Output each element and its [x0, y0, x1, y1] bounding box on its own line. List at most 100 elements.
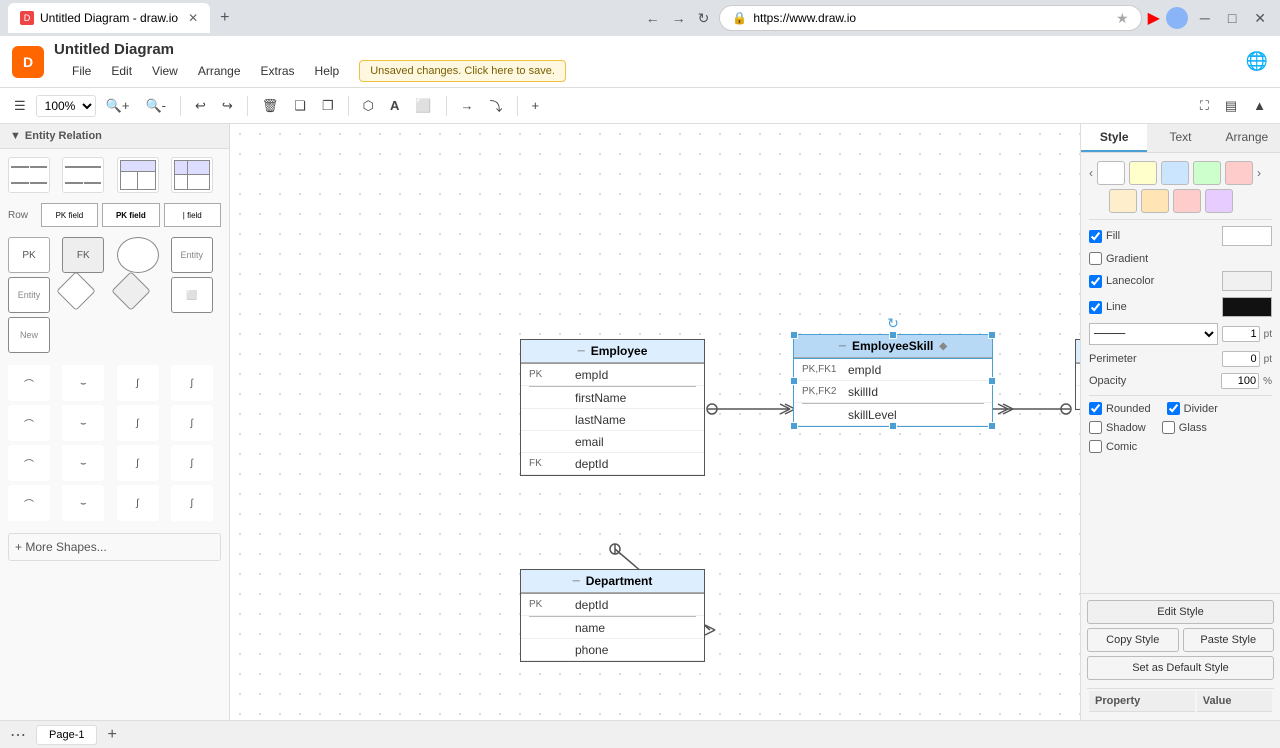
- paste-button[interactable]: ❐: [316, 94, 340, 118]
- menu-view[interactable]: View: [144, 60, 186, 82]
- rounded-checkbox[interactable]: [1089, 402, 1102, 415]
- curve-shape[interactable]: ⌒: [8, 485, 50, 521]
- minimize-button[interactable]: ─: [1194, 8, 1216, 28]
- zoom-in-button[interactable]: 🔍+: [100, 94, 136, 118]
- curve-shape[interactable]: ⌒: [8, 445, 50, 481]
- add-page-button[interactable]: +: [107, 726, 116, 744]
- shape-item[interactable]: [111, 271, 151, 311]
- zoom-out-button[interactable]: 🔍-: [139, 94, 172, 118]
- shadow-checkbox[interactable]: [1089, 421, 1102, 434]
- row-shape[interactable]: PK field: [102, 203, 159, 227]
- er-table-skill[interactable]: ─ Skill PK skillId skillDescription: [1075, 339, 1080, 410]
- canvas-area[interactable]: ─ Employee PK empId firstName lastName e…: [230, 124, 1080, 720]
- text-button[interactable]: A: [384, 94, 405, 117]
- color-swatch-salmon[interactable]: [1173, 189, 1201, 213]
- connector-button[interactable]: →: [455, 94, 480, 117]
- color-swatch-white[interactable]: [1097, 161, 1125, 185]
- gradient-checkbox[interactable]: [1089, 252, 1102, 265]
- browser-tab[interactable]: D Untitled Diagram - draw.io ✕: [8, 3, 210, 33]
- er-table-employee[interactable]: ─ Employee PK empId firstName lastName e…: [520, 339, 705, 476]
- menu-extras[interactable]: Extras: [253, 60, 303, 82]
- color-swatch-green[interactable]: [1193, 161, 1221, 185]
- shape-item[interactable]: PK: [8, 237, 50, 273]
- curve-shape[interactable]: ⌣: [62, 405, 104, 441]
- comic-checkbox[interactable]: [1089, 440, 1102, 453]
- format-panel-button[interactable]: ▤: [1219, 94, 1243, 118]
- shape-item[interactable]: [8, 157, 50, 193]
- line-checkbox[interactable]: [1089, 301, 1102, 314]
- menu-arrange[interactable]: Arrange: [190, 60, 249, 82]
- tab-text[interactable]: Text: [1147, 124, 1213, 152]
- color-swatch-blue[interactable]: [1161, 161, 1189, 185]
- line-color-box[interactable]: [1222, 297, 1272, 317]
- er-table-employeeskill[interactable]: ↻ ─ EmployeeSkill ◆ PK,FK1 empId PK,FK2 …: [793, 334, 993, 427]
- shape-item[interactable]: FK: [62, 237, 104, 273]
- lanecolor-checkbox[interactable]: [1089, 275, 1102, 288]
- tab-arrange[interactable]: Arrange: [1214, 124, 1280, 152]
- color-swatch-lavender[interactable]: [1205, 189, 1233, 213]
- collapse-button[interactable]: ▲: [1247, 94, 1272, 117]
- row-shape[interactable]: PK field: [41, 203, 98, 227]
- tab-close-button[interactable]: ✕: [188, 11, 198, 25]
- fill-checkbox[interactable]: [1089, 230, 1102, 243]
- color-swatch-orange[interactable]: [1109, 189, 1137, 213]
- forward-button[interactable]: →: [668, 8, 690, 28]
- curve-shape[interactable]: ⌣: [62, 485, 104, 521]
- curve-shape[interactable]: ∫: [171, 405, 213, 441]
- shape-item[interactable]: ⬜: [171, 277, 213, 313]
- redo-button[interactable]: ↪: [216, 94, 239, 118]
- color-swatch-yellow[interactable]: [1129, 161, 1157, 185]
- curve-shape[interactable]: ∫: [117, 405, 159, 441]
- shape-item[interactable]: [117, 157, 159, 193]
- copy-button[interactable]: ❏: [288, 94, 312, 118]
- curve-shape[interactable]: ⌒: [8, 405, 50, 441]
- insert-button[interactable]: +: [526, 94, 546, 117]
- glass-checkbox[interactable]: [1162, 421, 1175, 434]
- menu-help[interactable]: Help: [307, 60, 348, 82]
- paste-style-button[interactable]: Paste Style: [1183, 628, 1275, 652]
- reload-button[interactable]: ↻: [694, 8, 714, 29]
- divider-checkbox[interactable]: [1167, 402, 1180, 415]
- opacity-input[interactable]: [1221, 373, 1259, 389]
- curve-shape[interactable]: ⌣: [62, 445, 104, 481]
- set-default-style-button[interactable]: Set as Default Style: [1087, 656, 1274, 680]
- undo-button[interactable]: ↩: [189, 94, 212, 118]
- delete-button[interactable]: 🗑: [256, 94, 285, 118]
- curve-shape[interactable]: ⌣: [62, 365, 104, 401]
- waypoint-button[interactable]: ⤵: [484, 92, 509, 119]
- lanecolor-box[interactable]: [1222, 271, 1272, 291]
- color-prev-button[interactable]: ‹: [1089, 166, 1093, 180]
- shape-item[interactable]: Entity: [8, 277, 50, 313]
- unsaved-changes-button[interactable]: Unsaved changes. Click here to save.: [359, 60, 566, 82]
- shape-item[interactable]: [56, 271, 96, 311]
- curve-shape[interactable]: ∫: [171, 485, 213, 521]
- sidebar-toggle-button[interactable]: ☰: [8, 94, 32, 118]
- fill-color-box[interactable]: [1222, 226, 1272, 246]
- format-button[interactable]: ⬡: [357, 94, 380, 118]
- maximize-button[interactable]: □: [1222, 8, 1242, 28]
- curve-shape[interactable]: ∫: [117, 365, 159, 401]
- shape-button[interactable]: ⬜: [409, 94, 437, 118]
- new-tab-button[interactable]: +: [216, 9, 233, 27]
- edit-style-button[interactable]: Edit Style: [1087, 600, 1274, 624]
- shape-item[interactable]: New: [8, 317, 50, 353]
- shape-item[interactable]: [171, 157, 213, 193]
- curve-shape[interactable]: ∫: [171, 445, 213, 481]
- shape-item[interactable]: [62, 157, 104, 193]
- color-next-button[interactable]: ›: [1257, 166, 1261, 180]
- copy-style-button[interactable]: Copy Style: [1087, 628, 1179, 652]
- shape-item[interactable]: [117, 237, 159, 273]
- row-shape[interactable]: | field: [164, 203, 221, 227]
- line-style-select[interactable]: ──── - - - · · ·: [1089, 323, 1218, 345]
- er-table-department[interactable]: ─ Department PK deptId name phone: [520, 569, 705, 662]
- back-button[interactable]: ←: [642, 8, 664, 28]
- line-width-input[interactable]: [1222, 326, 1260, 342]
- color-swatch-pink[interactable]: [1225, 161, 1253, 185]
- rotate-handle[interactable]: ↻: [887, 315, 899, 332]
- page-menu-button[interactable]: ⋯: [10, 725, 26, 745]
- curve-shape[interactable]: ∫: [171, 365, 213, 401]
- zoom-select[interactable]: 100% 75% 150%: [36, 95, 96, 117]
- page-tab[interactable]: Page-1: [36, 725, 97, 745]
- curve-shape[interactable]: ∫: [117, 485, 159, 521]
- menu-edit[interactable]: Edit: [103, 60, 140, 82]
